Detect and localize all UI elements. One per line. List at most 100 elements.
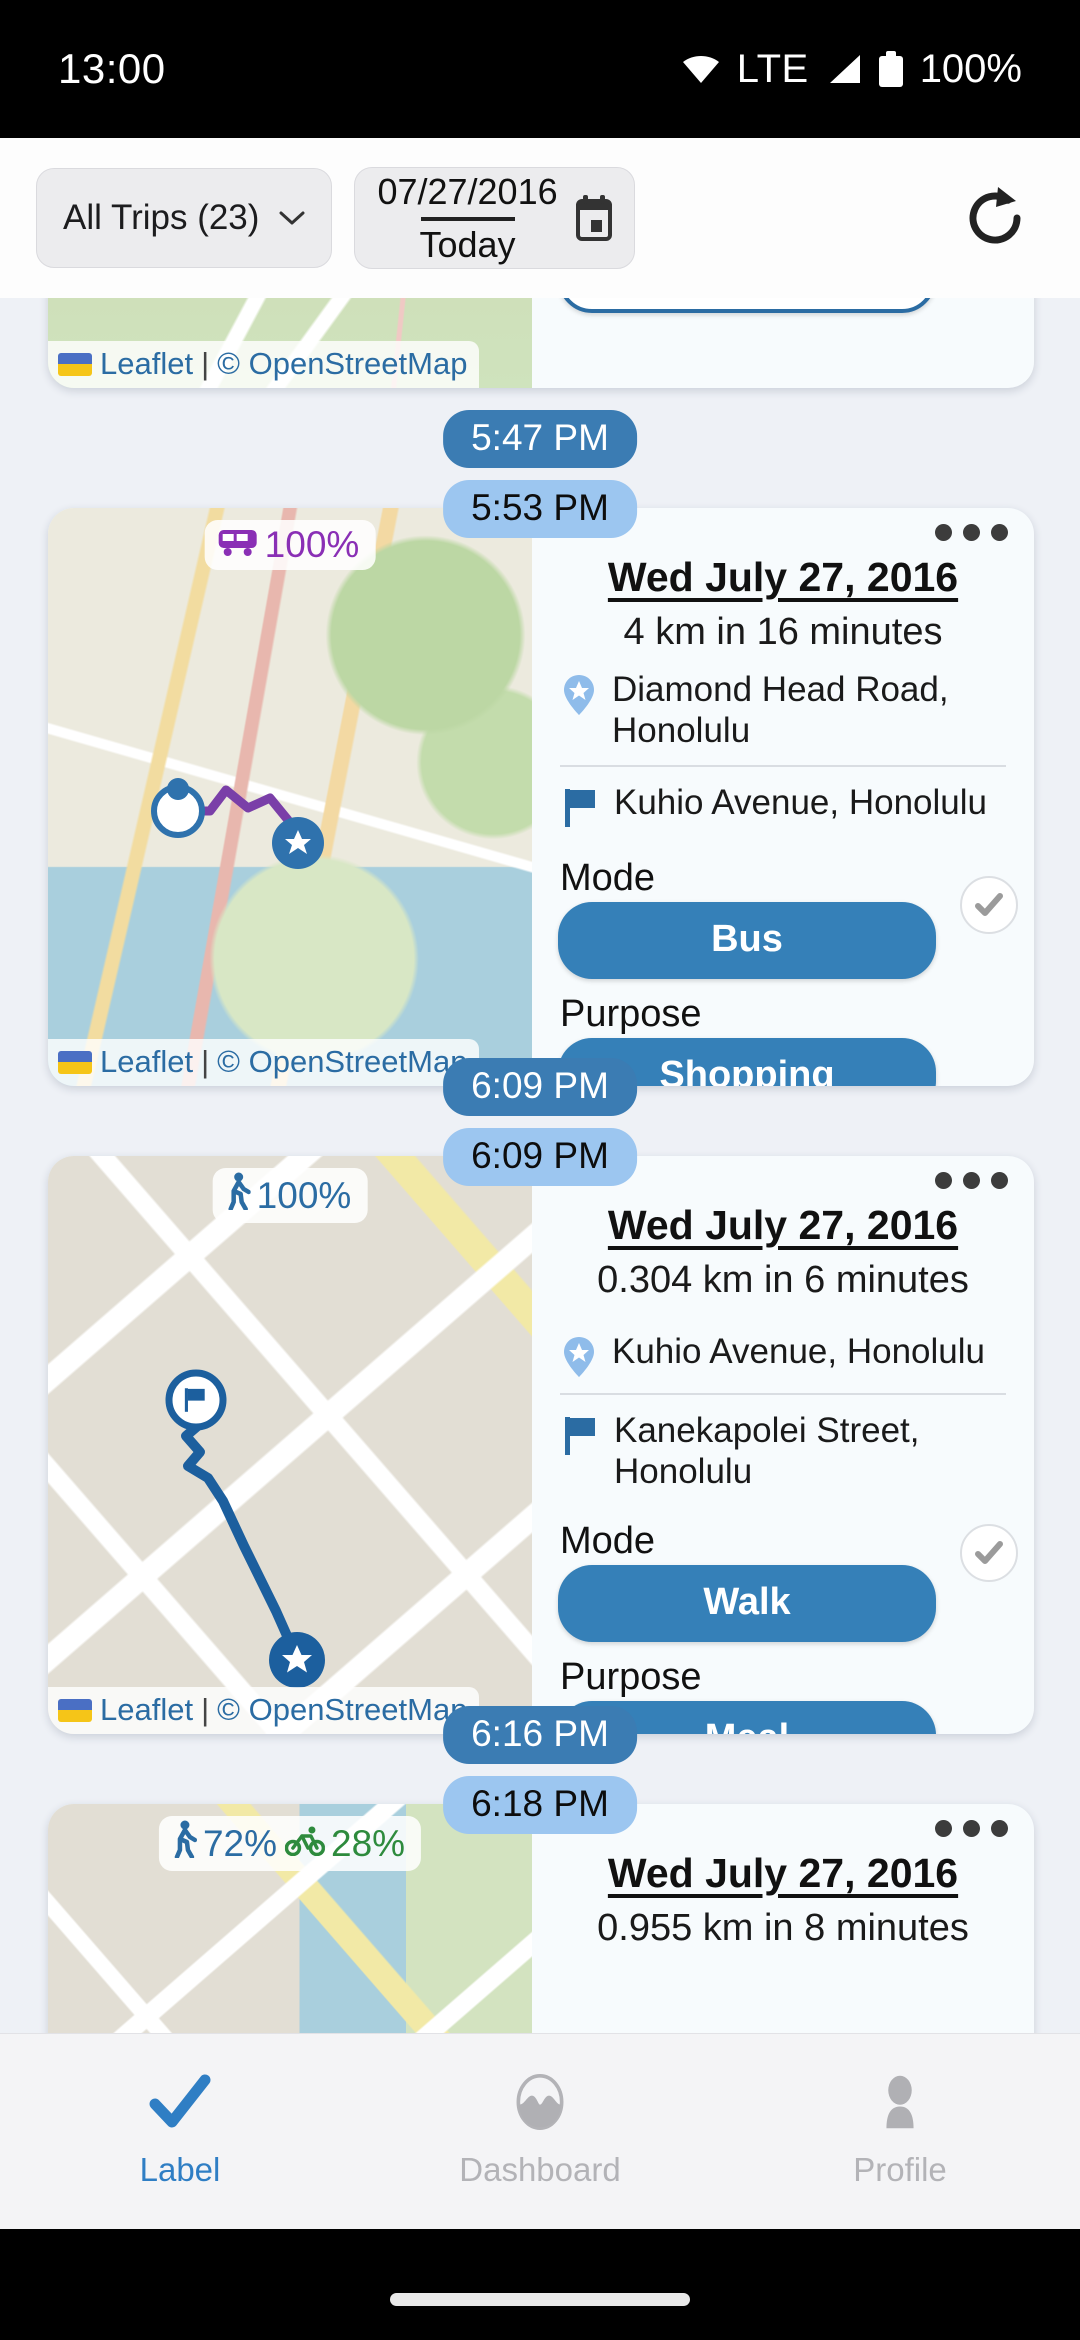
bottom-navigation: Label Dashboard Profile: [0, 2033, 1080, 2229]
origin-pin-icon: [562, 1335, 596, 1379]
route-polyline: [165, 1369, 325, 1688]
trip-list[interactable]: Leaflet | © OpenStreetMap Purpose Purpos…: [0, 298, 1080, 2133]
mode-share-value: 100%: [256, 1174, 352, 1216]
date-divider: [420, 216, 515, 221]
purpose-section-label: Purpose: [560, 1656, 702, 1699]
nav-item-profile[interactable]: Profile: [720, 2034, 1080, 2229]
overflow-menu-button[interactable]: [935, 1172, 1008, 1189]
overflow-menu-button[interactable]: [935, 524, 1008, 541]
trip-end-time-badge: 6:16 PM: [443, 1706, 637, 1764]
confirm-trip-button[interactable]: [960, 876, 1018, 934]
openstreetmap-link[interactable]: © OpenStreetMap: [217, 1692, 467, 1728]
battery-percent-label: 100%: [919, 46, 1022, 91]
trip-map-thumbnail[interactable]: Leaflet | © OpenStreetMap: [48, 298, 532, 388]
trip-map-thumbnail[interactable]: 100% Leaflet | © OpenStreetMap: [48, 508, 532, 1086]
wifi-icon: [682, 54, 720, 84]
trip-start-time-badge: 6:09 PM: [443, 1128, 637, 1186]
trip-details: Wed July 27, 2016 0.304 km in 6 minutes …: [532, 1156, 1034, 1734]
dashboard-icon: [509, 2074, 571, 2135]
purpose-section-label: Purpose: [560, 993, 702, 1036]
overflow-menu-button[interactable]: [935, 1820, 1008, 1837]
status-bar: 13:00 LTE 100%: [0, 0, 1080, 138]
mode-row: Bus: [558, 902, 1008, 980]
leaflet-link[interactable]: Leaflet: [100, 1692, 193, 1728]
trip-distance-duration: 4 km in 16 minutes: [623, 611, 943, 653]
mode-share-segment: 28%: [284, 1822, 406, 1865]
origin-pin-icon: [562, 673, 596, 717]
trip-start-time-badge: 5:53 PM: [443, 480, 637, 538]
refresh-button[interactable]: [960, 183, 1030, 253]
attribution-separator: |: [201, 1044, 210, 1079]
mode-share-segment: 72%: [171, 1820, 277, 1867]
trip-end-time-badge: 6:09 PM: [443, 1058, 637, 1116]
trips-filter-label: All Trips (23): [63, 198, 260, 237]
map-attribution[interactable]: Leaflet | © OpenStreetMap: [48, 1039, 480, 1086]
trip-destination-row[interactable]: Kanekapolei Street, Honolulu: [558, 1395, 1008, 1506]
mode-share-value: 72%: [202, 1822, 277, 1864]
trip-origin-row[interactable]: Diamond Head Road, Honolulu: [558, 654, 1008, 765]
route-polyline: [151, 778, 324, 869]
trip-date[interactable]: Wed July 27, 2016: [558, 554, 1008, 601]
purpose-button[interactable]: Purpose 📝: [558, 298, 936, 313]
trip-map-thumbnail[interactable]: 100% Leaflet | © OpenStreetMap: [48, 1156, 532, 1734]
trip-date[interactable]: Wed July 27, 2016: [558, 1850, 1008, 1897]
leaflet-link[interactable]: Leaflet: [100, 346, 193, 382]
mode-share-segment: 100%: [217, 524, 360, 566]
signal-icon: [826, 53, 862, 85]
origin-label: Diamond Head Road, Honolulu: [612, 670, 949, 750]
date-value: 07/27/2016: [377, 170, 558, 212]
trip-end-time-badge: 5:47 PM: [443, 410, 637, 468]
mode-row: Walk: [558, 1565, 1008, 1643]
map-attribution[interactable]: Leaflet | © OpenStreetMap: [48, 1687, 480, 1734]
mode-share-badge: 100%: [212, 1168, 368, 1223]
trip-destination-row[interactable]: Kuhio Avenue, Honolulu: [558, 767, 1008, 843]
mode-button[interactable]: Walk: [558, 1565, 936, 1643]
trip-distance-duration: 0.955 km in 8 minutes: [597, 1907, 969, 1949]
trip-card-walk-meal[interactable]: 100% Leaflet | © OpenStreetMap Wed July …: [48, 1156, 1034, 1734]
leaflet-link[interactable]: Leaflet: [100, 1044, 193, 1080]
nav-item-dashboard[interactable]: Dashboard: [360, 2034, 720, 2229]
destination-label: Kanekapolei Street, Honolulu: [614, 1411, 920, 1491]
destination-flag-icon: [562, 1415, 598, 1457]
map-attribution[interactable]: Leaflet | © OpenStreetMap: [48, 341, 480, 388]
leaflet-flag-icon: [58, 1050, 92, 1074]
mode-share-badge: 72% 28%: [158, 1816, 422, 1871]
leaflet-flag-icon: [58, 352, 92, 376]
purpose-row: Purpose 📝: [558, 298, 1008, 313]
nav-label-text: Label: [139, 2151, 221, 2188]
home-indicator[interactable]: [390, 2293, 690, 2306]
destination-flag-icon: [562, 787, 598, 829]
nav-label-text: Profile: [853, 2151, 947, 2188]
bus-icon: [217, 524, 259, 566]
person-icon: [869, 2074, 931, 2135]
chevron-down-icon: [279, 210, 305, 226]
date-picker-text: 07/27/2016 Today: [377, 170, 558, 265]
attribution-separator: |: [201, 1692, 210, 1727]
trip-date[interactable]: Wed July 27, 2016: [558, 1202, 1008, 1249]
leaflet-flag-icon: [58, 1698, 92, 1722]
trip-card-bus-shopping[interactable]: 100% Leaflet | © OpenStreetMap Wed July …: [48, 508, 1034, 1086]
mode-share-value: 28%: [331, 1822, 406, 1864]
trip-details: Wed July 27, 2016 4 km in 16 minutes Dia…: [532, 508, 1034, 1086]
date-picker-chip[interactable]: 07/27/2016 Today: [354, 167, 635, 269]
nav-item-label[interactable]: Label: [0, 2034, 360, 2229]
mode-button[interactable]: Bus: [558, 902, 936, 980]
gesture-navigation-bar: [0, 2229, 1080, 2340]
attribution-separator: |: [201, 346, 210, 381]
origin-label: Kuhio Avenue, Honolulu: [612, 1332, 985, 1371]
bike-icon: [284, 1823, 326, 1865]
date-subtitle: Today: [419, 223, 516, 265]
openstreetmap-link[interactable]: © OpenStreetMap: [217, 1044, 467, 1080]
battery-icon: [878, 51, 903, 87]
trip-card-partial-top[interactable]: Leaflet | © OpenStreetMap Purpose Purpos…: [48, 298, 1034, 388]
check-icon: [149, 2074, 211, 2135]
trips-filter-dropdown[interactable]: All Trips (23): [36, 168, 333, 268]
openstreetmap-link[interactable]: © OpenStreetMap: [217, 346, 467, 382]
app-screen: 13:00 LTE 100% All Trips (23) 07/27/2016…: [0, 0, 1080, 2340]
destination-label: Kuhio Avenue, Honolulu: [614, 783, 987, 823]
mode-share-value: 100%: [264, 524, 360, 565]
trip-details: Purpose Purpose 📝: [532, 298, 1034, 388]
confirm-trip-button[interactable]: [960, 1524, 1018, 1582]
trip-distance-duration: 0.304 km in 6 minutes: [597, 1259, 969, 1301]
trip-origin-row[interactable]: Kuhio Avenue, Honolulu: [558, 1302, 1008, 1393]
